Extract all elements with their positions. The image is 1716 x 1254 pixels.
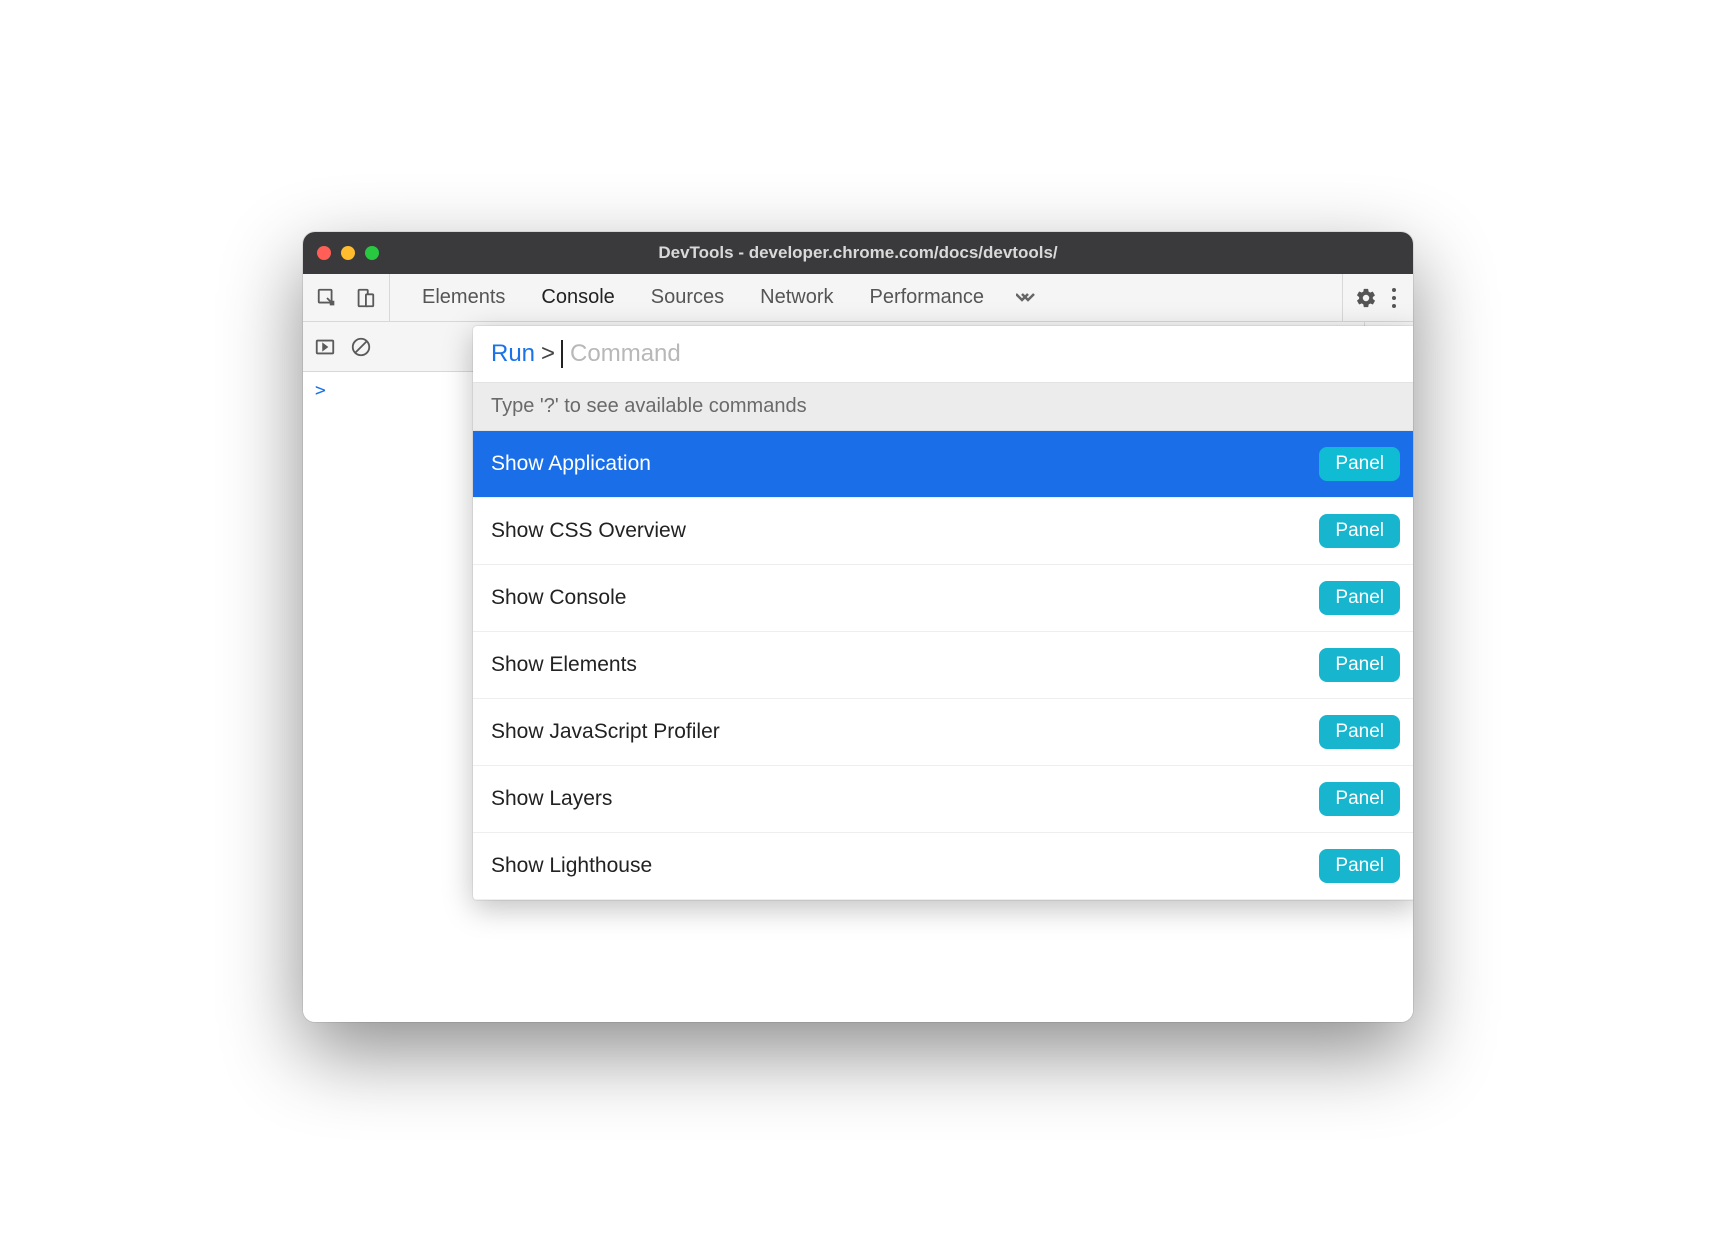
command-item-label: Show Console bbox=[491, 586, 626, 610]
command-menu: Run > Command Type '?' to see available … bbox=[473, 326, 1413, 900]
text-cursor bbox=[561, 340, 563, 368]
command-item-label: Show Elements bbox=[491, 653, 637, 677]
command-item-show-css-overview[interactable]: Show CSS Overview Panel bbox=[473, 498, 1413, 565]
device-toggle-icon[interactable] bbox=[353, 286, 377, 310]
panel-badge: Panel bbox=[1319, 648, 1400, 682]
tab-performance[interactable]: Performance bbox=[852, 274, 1003, 321]
settings-gear-icon[interactable] bbox=[1353, 285, 1379, 311]
tab-console[interactable]: Console bbox=[523, 274, 632, 321]
command-caret: > bbox=[541, 340, 555, 368]
titlebar: DevTools - developer.chrome.com/docs/dev… bbox=[303, 232, 1413, 274]
panel-badge: Panel bbox=[1319, 782, 1400, 816]
clear-console-icon[interactable] bbox=[349, 335, 373, 359]
panel-badge: Panel bbox=[1319, 715, 1400, 749]
command-item-show-layers[interactable]: Show Layers Panel bbox=[473, 766, 1413, 833]
window-title: DevTools - developer.chrome.com/docs/dev… bbox=[303, 243, 1413, 263]
command-item-show-application[interactable]: Show Application Panel bbox=[473, 431, 1413, 498]
command-item-show-javascript-profiler[interactable]: Show JavaScript Profiler Panel bbox=[473, 699, 1413, 766]
command-item-show-console[interactable]: Show Console Panel bbox=[473, 565, 1413, 632]
toolbar-left-group bbox=[303, 274, 390, 321]
command-placeholder: Command bbox=[570, 340, 681, 368]
devtools-window: DevTools - developer.chrome.com/docs/dev… bbox=[303, 232, 1413, 1022]
command-list: Show Application Panel Show CSS Overview… bbox=[473, 431, 1413, 900]
command-item-label: Show Application bbox=[491, 452, 651, 476]
panel-badge: Panel bbox=[1319, 581, 1400, 615]
console-sidebar-toggle-icon[interactable] bbox=[313, 335, 337, 359]
command-item-show-lighthouse[interactable]: Show Lighthouse Panel bbox=[473, 833, 1413, 900]
command-run-label: Run bbox=[491, 340, 535, 368]
devtools-toolbar: Elements Console Sources Network Perform… bbox=[303, 274, 1413, 322]
panel-badge: Panel bbox=[1319, 447, 1400, 481]
panel-badge: Panel bbox=[1319, 849, 1400, 883]
command-item-label: Show JavaScript Profiler bbox=[491, 720, 720, 744]
panel-tabs: Elements Console Sources Network Perform… bbox=[390, 274, 1342, 321]
command-item-label: Show CSS Overview bbox=[491, 519, 686, 543]
maximize-window-button[interactable] bbox=[365, 246, 379, 260]
console-prompt-symbol: > bbox=[315, 380, 326, 401]
panel-badge: Panel bbox=[1319, 514, 1400, 548]
command-input-row[interactable]: Run > Command bbox=[473, 326, 1413, 382]
toolbar-right-group bbox=[1342, 274, 1413, 321]
command-item-show-elements[interactable]: Show Elements Panel bbox=[473, 632, 1413, 699]
more-tabs-icon[interactable] bbox=[1002, 274, 1052, 321]
more-options-icon[interactable] bbox=[1385, 288, 1403, 308]
traffic-lights bbox=[317, 246, 379, 260]
inspect-element-icon[interactable] bbox=[315, 286, 339, 310]
minimize-window-button[interactable] bbox=[341, 246, 355, 260]
tab-elements[interactable]: Elements bbox=[404, 274, 523, 321]
command-hint: Type '?' to see available commands bbox=[473, 382, 1413, 431]
tab-network[interactable]: Network bbox=[742, 274, 851, 321]
close-window-button[interactable] bbox=[317, 246, 331, 260]
command-item-label: Show Layers bbox=[491, 787, 612, 811]
tab-sources[interactable]: Sources bbox=[633, 274, 742, 321]
command-item-label: Show Lighthouse bbox=[491, 854, 652, 878]
